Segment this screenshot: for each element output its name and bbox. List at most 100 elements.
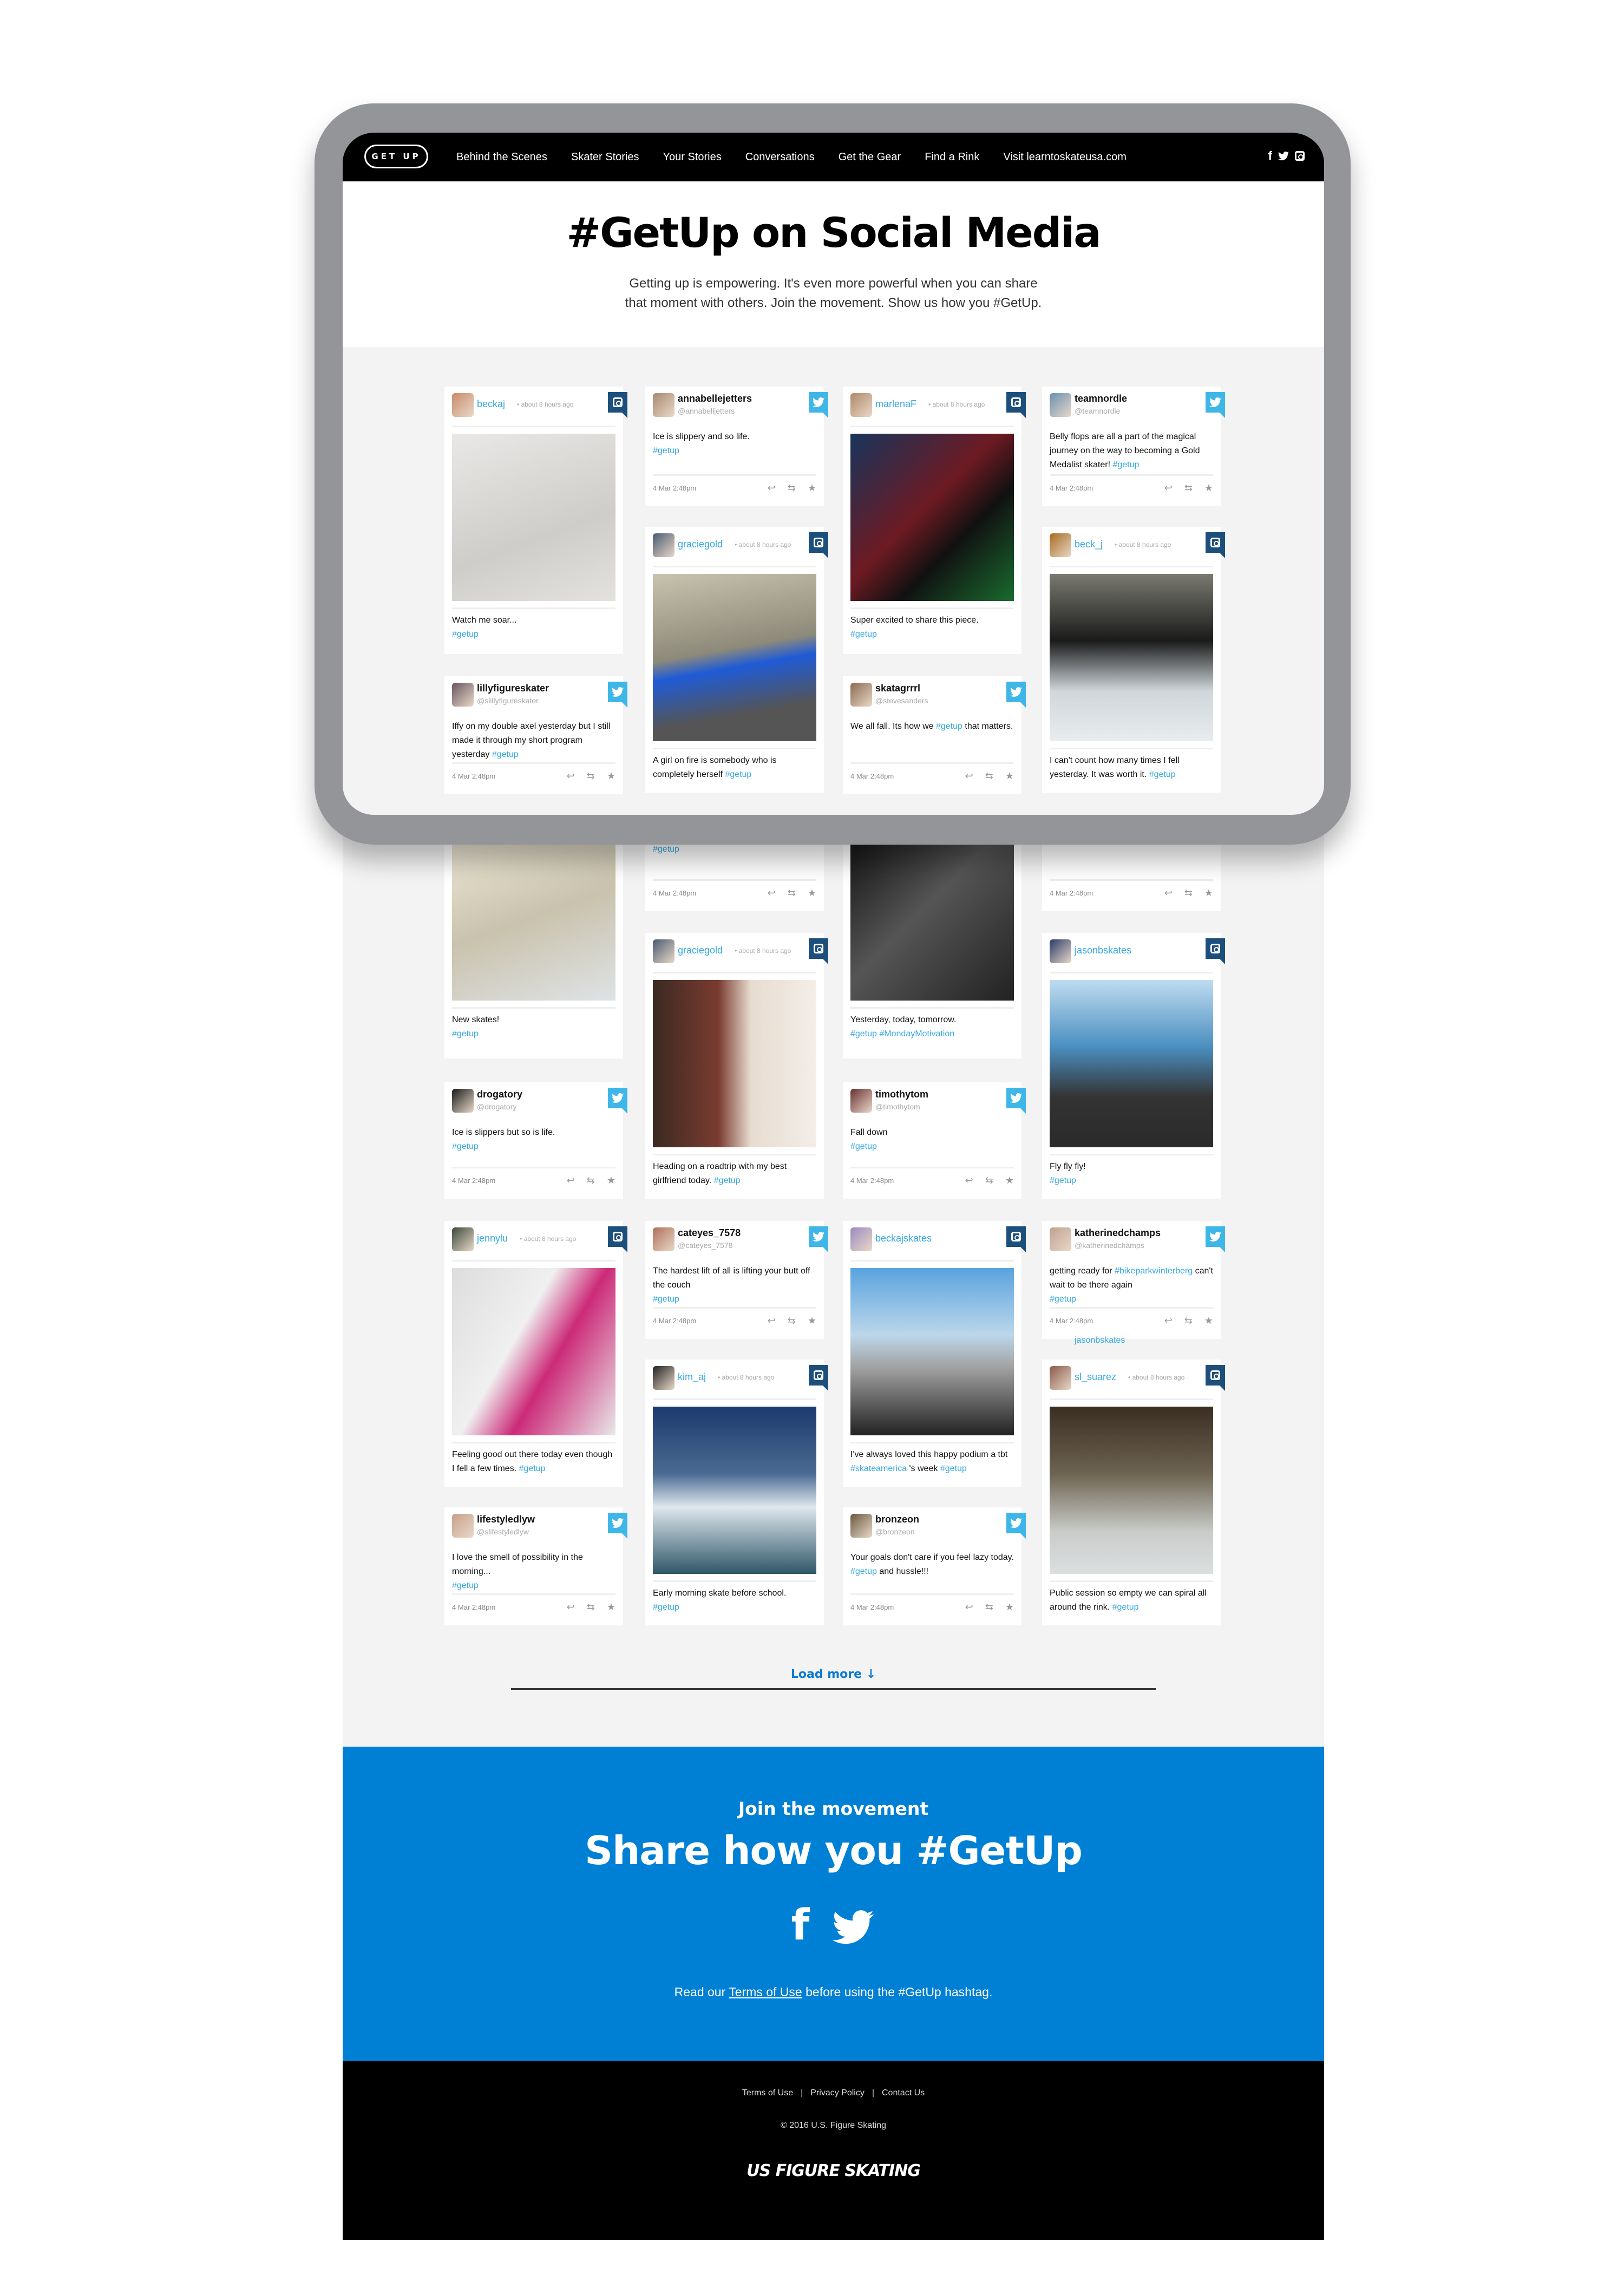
hashtag-link[interactable]: #MondayMotivation	[879, 1029, 954, 1038]
retweet-icon[interactable]: ⇆	[788, 887, 796, 899]
avatar[interactable]	[1050, 1227, 1071, 1251]
author-name[interactable]: cateyes_7578	[678, 1227, 741, 1239]
twitter-badge-icon[interactable]	[809, 392, 828, 418]
tweet-card[interactable]: drogatory @drogatory Ice is slippers but s…	[444, 1082, 623, 1199]
post-image[interactable]	[452, 833, 615, 1001]
retweet-icon[interactable]: ⇆	[587, 1602, 595, 1613]
hashtag-link[interactable]: #getup	[1050, 1295, 1076, 1304]
avatar[interactable]	[850, 1089, 872, 1113]
favorite-star-icon[interactable]: ★	[607, 1175, 615, 1186]
nav-your-stories[interactable]: Your Stories	[663, 151, 722, 164]
author-name[interactable]: timothytom	[875, 1089, 928, 1100]
instagram-card[interactable]: graciegold • about 8 hours ago A girl on f…	[645, 527, 824, 793]
author-name[interactable]: teamnordle	[1075, 393, 1127, 404]
instagram-card[interactable]: graciegold • about 8 hours ago Heading on …	[645, 933, 824, 1199]
post-image[interactable]	[1050, 574, 1213, 741]
hashtag-link[interactable]: #getup	[653, 1603, 679, 1612]
retweet-icon[interactable]: ⇆	[985, 770, 993, 782]
reply-icon[interactable]: ↩	[1164, 1315, 1173, 1327]
twitter-badge-icon[interactable]	[608, 1088, 627, 1114]
reply-icon[interactable]: ↩	[965, 1602, 973, 1613]
hashtag-link[interactable]: #getup	[1112, 460, 1139, 469]
retweet-icon[interactable]: ⇆	[985, 1602, 993, 1613]
instagram-card[interactable]: beckajskates I've always loved this happy…	[843, 1221, 1021, 1487]
avatar[interactable]	[850, 1227, 872, 1251]
reply-icon[interactable]: ↩	[768, 482, 776, 494]
author-handle[interactable]: @bronzeon	[875, 1527, 919, 1536]
tweet-card[interactable]: annabellejetters @annabelljetters Ice is s…	[645, 387, 824, 506]
stray-username-label[interactable]: jasonbskates	[1075, 1336, 1125, 1345]
username-link[interactable]: graciegold	[678, 945, 723, 956]
avatar[interactable]	[850, 683, 872, 707]
post-image[interactable]	[1050, 1407, 1213, 1574]
tweet-card[interactable]: cateyes_7578 @cateyes_7578 The hardest lif…	[645, 1221, 824, 1339]
hashtag-link[interactable]: #getup	[714, 1176, 741, 1185]
instagram-badge-icon[interactable]	[809, 938, 828, 964]
us-figure-skating-logo[interactable]: US FIGURE SKATING	[343, 2161, 1324, 2180]
avatar[interactable]	[653, 393, 675, 417]
hashtag-link[interactable]: #getup	[1050, 1176, 1076, 1185]
username-link[interactable]: beckaj	[477, 398, 505, 410]
author-name[interactable]: skatagrrrl	[875, 683, 928, 694]
getup-logo[interactable]: GET UP	[364, 145, 428, 168]
username-link[interactable]: beckajskates	[875, 1233, 932, 1244]
reply-icon[interactable]: ↩	[768, 887, 776, 899]
username-link[interactable]: graciegold	[678, 539, 723, 550]
nav-visit-learntoskate[interactable]: Visit learntoskateusa.com	[1003, 151, 1127, 164]
facebook-share-icon[interactable]: f	[791, 1904, 810, 1947]
favorite-star-icon[interactable]: ★	[1005, 770, 1014, 782]
author-name[interactable]: bronzeon	[875, 1514, 919, 1525]
favorite-star-icon[interactable]: ★	[607, 770, 615, 782]
hashtag-link[interactable]: #bikeparkwinterberg	[1115, 1266, 1193, 1276]
footer-privacy-link[interactable]: Privacy Policy	[810, 2088, 865, 2097]
twitter-icon[interactable]	[1278, 151, 1289, 161]
author-name[interactable]: drogatory	[477, 1089, 522, 1100]
instagram-card[interactable]: Yesterday, today, tomorrow. #getup #Monda…	[843, 818, 1021, 1058]
post-image[interactable]	[452, 1268, 615, 1435]
retweet-icon[interactable]: ⇆	[788, 482, 796, 494]
hashtag-link[interactable]: #getup	[519, 1464, 546, 1473]
instagram-badge-icon[interactable]	[1006, 1226, 1026, 1252]
instagram-badge-icon[interactable]	[1206, 532, 1225, 558]
avatar[interactable]	[452, 683, 474, 707]
instagram-badge-icon[interactable]	[809, 532, 828, 558]
retweet-icon[interactable]: ⇆	[1184, 887, 1193, 899]
instagram-badge-icon[interactable]	[1206, 938, 1225, 964]
hashtag-link[interactable]: #getup	[653, 1295, 679, 1304]
load-more-button[interactable]: Load more ↓	[343, 1668, 1324, 1681]
author-handle[interactable]: @drogatory	[477, 1102, 522, 1111]
instagram-icon[interactable]	[1295, 151, 1305, 161]
nav-conversations[interactable]: Conversations	[745, 151, 815, 164]
post-image[interactable]	[850, 1268, 1014, 1435]
reply-icon[interactable]: ↩	[1164, 482, 1173, 494]
author-handle[interactable]: @annabelljetters	[678, 407, 752, 415]
favorite-star-icon[interactable]: ★	[1204, 482, 1213, 494]
avatar[interactable]	[1050, 939, 1071, 963]
avatar[interactable]	[850, 393, 872, 417]
twitter-badge-icon[interactable]	[1006, 1088, 1026, 1114]
reply-icon[interactable]: ↩	[1164, 887, 1173, 899]
hashtag-link[interactable]: #getup	[725, 770, 751, 779]
author-name[interactable]: lifestyledlyw	[477, 1514, 535, 1525]
tweet-card[interactable]: bronzeon @bronzeon Your goals don't care i…	[843, 1507, 1021, 1625]
twitter-badge-icon[interactable]	[1206, 1226, 1225, 1252]
author-handle[interactable]: @slillyfigureskater	[477, 696, 549, 705]
avatar[interactable]	[653, 1366, 675, 1390]
tweet-card[interactable]: skatagrrrl @stevesanders We all fall. Its …	[843, 676, 1021, 794]
instagram-badge-icon[interactable]	[608, 392, 627, 418]
nav-behind-the-scenes[interactable]: Behind the Scenes	[456, 151, 547, 164]
avatar[interactable]	[452, 1514, 474, 1538]
twitter-badge-icon[interactable]	[608, 1513, 627, 1539]
avatar[interactable]	[1050, 1366, 1071, 1390]
twitter-badge-icon[interactable]	[809, 1226, 828, 1252]
avatar[interactable]	[1050, 393, 1071, 417]
hashtag-link[interactable]: #getup	[1149, 770, 1176, 779]
nav-skater-stories[interactable]: Skater Stories	[571, 151, 639, 164]
nav-get-the-gear[interactable]: Get the Gear	[839, 151, 901, 164]
hashtag-link[interactable]: #getup	[1112, 1603, 1139, 1612]
favorite-star-icon[interactable]: ★	[808, 1315, 816, 1327]
post-image[interactable]	[850, 434, 1014, 601]
hashtag-link[interactable]: #getup	[940, 1464, 967, 1473]
hashtag-link[interactable]: #skateamerica	[850, 1464, 907, 1473]
post-image[interactable]	[452, 434, 615, 601]
